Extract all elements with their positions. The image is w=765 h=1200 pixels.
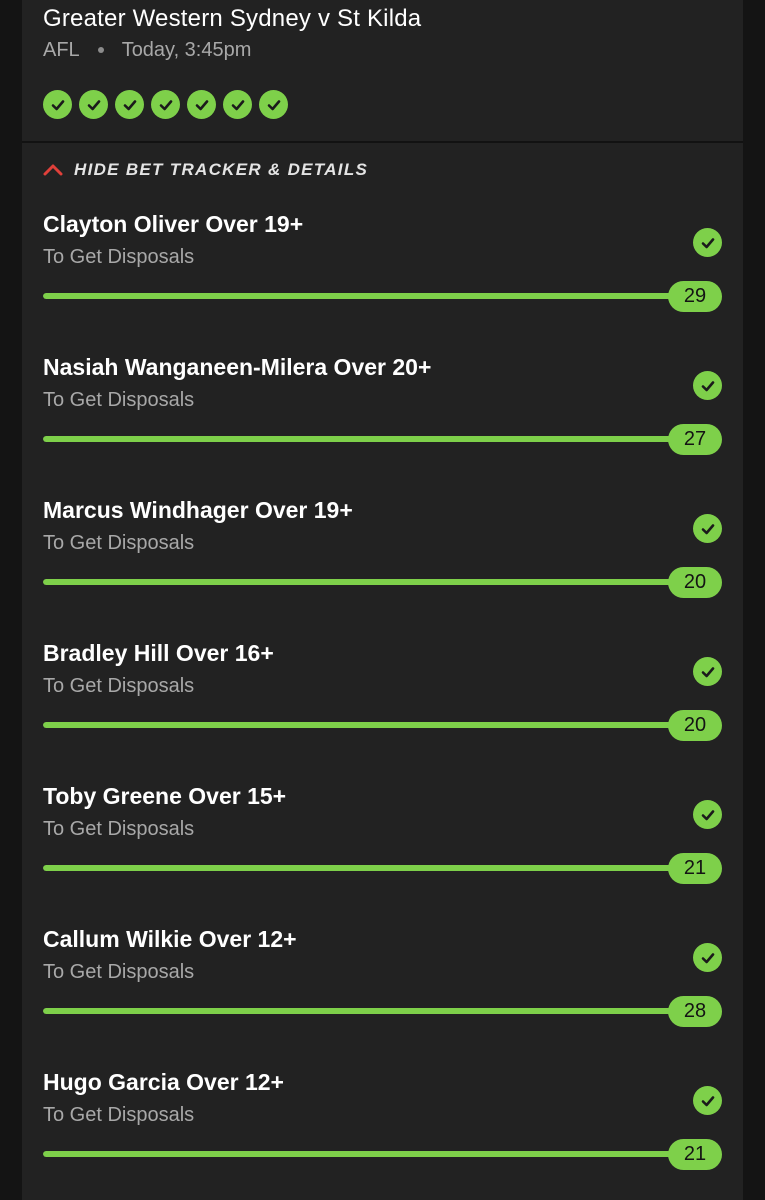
match-title: Greater Western Sydney v St Kilda xyxy=(43,5,422,32)
progress-fill xyxy=(43,579,683,585)
progress-fill xyxy=(43,1008,683,1014)
leg-selection: Clayton Oliver Over 19+ xyxy=(43,211,304,237)
result-count-badge: 20 xyxy=(668,710,722,741)
leg-market: To Get Disposals xyxy=(43,961,195,983)
leg-won-check-icon xyxy=(223,90,252,119)
bet-leg: Nasiah Wanganeen-Milera Over 20+ To Get D… xyxy=(22,343,743,486)
progress-fill xyxy=(43,1151,683,1157)
sport-label: AFL xyxy=(43,39,80,61)
separator-dot xyxy=(97,47,104,53)
hide-bet-tracker-toggle[interactable]: HIDE BET TRACKER & DETAILS xyxy=(43,160,368,180)
progress-track xyxy=(43,722,683,728)
leg-won-check-icon xyxy=(259,90,288,119)
progress-track xyxy=(43,579,683,585)
progress-track xyxy=(43,1008,683,1014)
progress-track xyxy=(43,865,683,871)
leg-won-check-icon xyxy=(115,90,144,119)
divider xyxy=(22,141,743,143)
result-count-badge: 29 xyxy=(668,281,722,312)
bet-card: Greater Western Sydney v St Kilda AFL To… xyxy=(22,0,743,1200)
progress-fill xyxy=(43,865,683,871)
leg-won-check-icon xyxy=(151,90,180,119)
leg-status-check-icon xyxy=(693,228,722,257)
progress-fill xyxy=(43,436,683,442)
leg-selection: Nasiah Wanganeen-Milera Over 20+ xyxy=(43,354,432,380)
result-count-badge: 27 xyxy=(668,424,722,455)
leg-status-check-icon xyxy=(693,1086,722,1115)
leg-status-check-icon xyxy=(693,371,722,400)
leg-status-check-icon xyxy=(693,657,722,686)
progress-track xyxy=(43,293,683,299)
bet-leg: Bradley Hill Over 16+ To Get Disposals 20 xyxy=(22,629,743,772)
leg-market: To Get Disposals xyxy=(43,818,195,840)
leg-selection: Toby Greene Over 15+ xyxy=(43,783,287,809)
leg-market: To Get Disposals xyxy=(43,1104,195,1126)
leg-selection: Marcus Windhager Over 19+ xyxy=(43,497,353,523)
leg-status-check-icon xyxy=(693,943,722,972)
result-count-badge: 21 xyxy=(668,853,722,884)
leg-selection: Bradley Hill Over 16+ xyxy=(43,640,274,666)
leg-status-check-icon xyxy=(693,800,722,829)
leg-won-check-icon xyxy=(79,90,108,119)
leg-status-summary xyxy=(43,90,288,119)
leg-market: To Get Disposals xyxy=(43,246,195,268)
progress-track xyxy=(43,1151,683,1157)
progress-track xyxy=(43,436,683,442)
bet-leg: Marcus Windhager Over 19+ To Get Disposal… xyxy=(22,486,743,629)
leg-won-check-icon xyxy=(43,90,72,119)
progress-fill xyxy=(43,722,683,728)
leg-market: To Get Disposals xyxy=(43,532,195,554)
result-count-badge: 21 xyxy=(668,1139,722,1170)
bet-leg: Toby Greene Over 15+ To Get Disposals 21 xyxy=(22,772,743,915)
bet-leg: Clayton Oliver Over 19+ To Get Disposals 2… xyxy=(22,200,743,343)
result-count-badge: 20 xyxy=(668,567,722,598)
result-count-badge: 28 xyxy=(668,996,722,1027)
leg-selection: Callum Wilkie Over 12+ xyxy=(43,926,297,952)
toggle-label: HIDE BET TRACKER & DETAILS xyxy=(74,160,369,179)
leg-market: To Get Disposals xyxy=(43,675,195,697)
bet-leg: Callum Wilkie Over 12+ To Get Disposals 28 xyxy=(22,915,743,1058)
bet-leg: Hugo Garcia Over 12+ To Get Disposals 21 xyxy=(22,1058,743,1200)
match-meta: AFL Today, 3:45pm xyxy=(43,37,251,63)
leg-market: To Get Disposals xyxy=(43,389,195,411)
leg-won-check-icon xyxy=(187,90,216,119)
leg-status-check-icon xyxy=(693,514,722,543)
leg-selection: Hugo Garcia Over 12+ xyxy=(43,1069,284,1095)
progress-fill xyxy=(43,293,683,299)
bet-page: Greater Western Sydney v St Kilda AFL To… xyxy=(0,0,765,1200)
match-time: Today, 3:45pm xyxy=(121,39,252,61)
chevron-up-icon xyxy=(43,164,63,176)
